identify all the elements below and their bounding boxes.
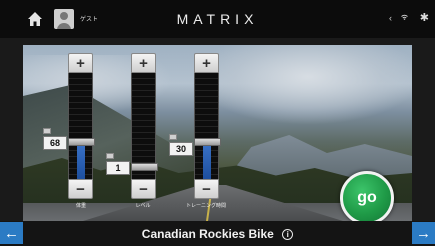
weight-label: 体重 (75, 203, 86, 209)
arrow-right-icon: → (416, 224, 431, 242)
next-workout-button[interactable]: → (412, 222, 435, 244)
frame-right (412, 38, 435, 221)
workout-title-row: Canadian Rockies Bike i (0, 227, 435, 241)
level-increase-button[interactable]: + (131, 53, 156, 73)
workout-title: Canadian Rockies Bike (141, 227, 274, 241)
brand-logo: MATRIX (176, 11, 259, 27)
weight-value: 68 (43, 136, 67, 150)
time-value-tab (169, 134, 177, 140)
weight-slider[interactable]: + − (68, 53, 95, 199)
level-slider[interactable]: + − (131, 53, 158, 199)
time-handle[interactable] (194, 138, 221, 146)
frame-top (0, 38, 435, 45)
weight-fill (77, 142, 85, 179)
level-value-tab (106, 153, 114, 159)
bluetooth-icon: ✱ (419, 12, 429, 24)
weight-handle[interactable] (68, 138, 95, 146)
time-decrease-button[interactable]: − (194, 179, 219, 199)
weight-increase-button[interactable]: + (68, 53, 93, 73)
time-track[interactable] (194, 73, 221, 179)
weight-decrease-button[interactable]: − (68, 179, 93, 199)
signal-icon: ‹ (389, 13, 392, 23)
time-fill (203, 142, 211, 179)
frame-left (0, 38, 23, 221)
weight-value-tab (43, 128, 51, 134)
time-value: 30 (169, 142, 193, 156)
status-icons: ‹ (389, 13, 409, 23)
time-label: トレーニング時間 (185, 203, 226, 209)
go-button[interactable]: go (340, 171, 394, 225)
wifi-icon (400, 13, 409, 23)
screen: ゲスト MATRIX ‹ ✱ + − 68 体重 + − 1 レベル + − 3… (0, 0, 435, 246)
top-bar: ゲスト MATRIX ‹ ✱ (0, 0, 435, 38)
time-slider[interactable]: + − (194, 53, 221, 199)
level-label: レベル (135, 203, 151, 209)
level-value: 1 (106, 161, 130, 175)
level-decrease-button[interactable]: − (131, 179, 156, 199)
level-track[interactable] (131, 73, 158, 179)
weight-track[interactable] (68, 73, 95, 179)
info-icon[interactable]: i (282, 229, 294, 240)
level-handle[interactable] (131, 163, 158, 171)
time-increase-button[interactable]: + (194, 53, 219, 73)
